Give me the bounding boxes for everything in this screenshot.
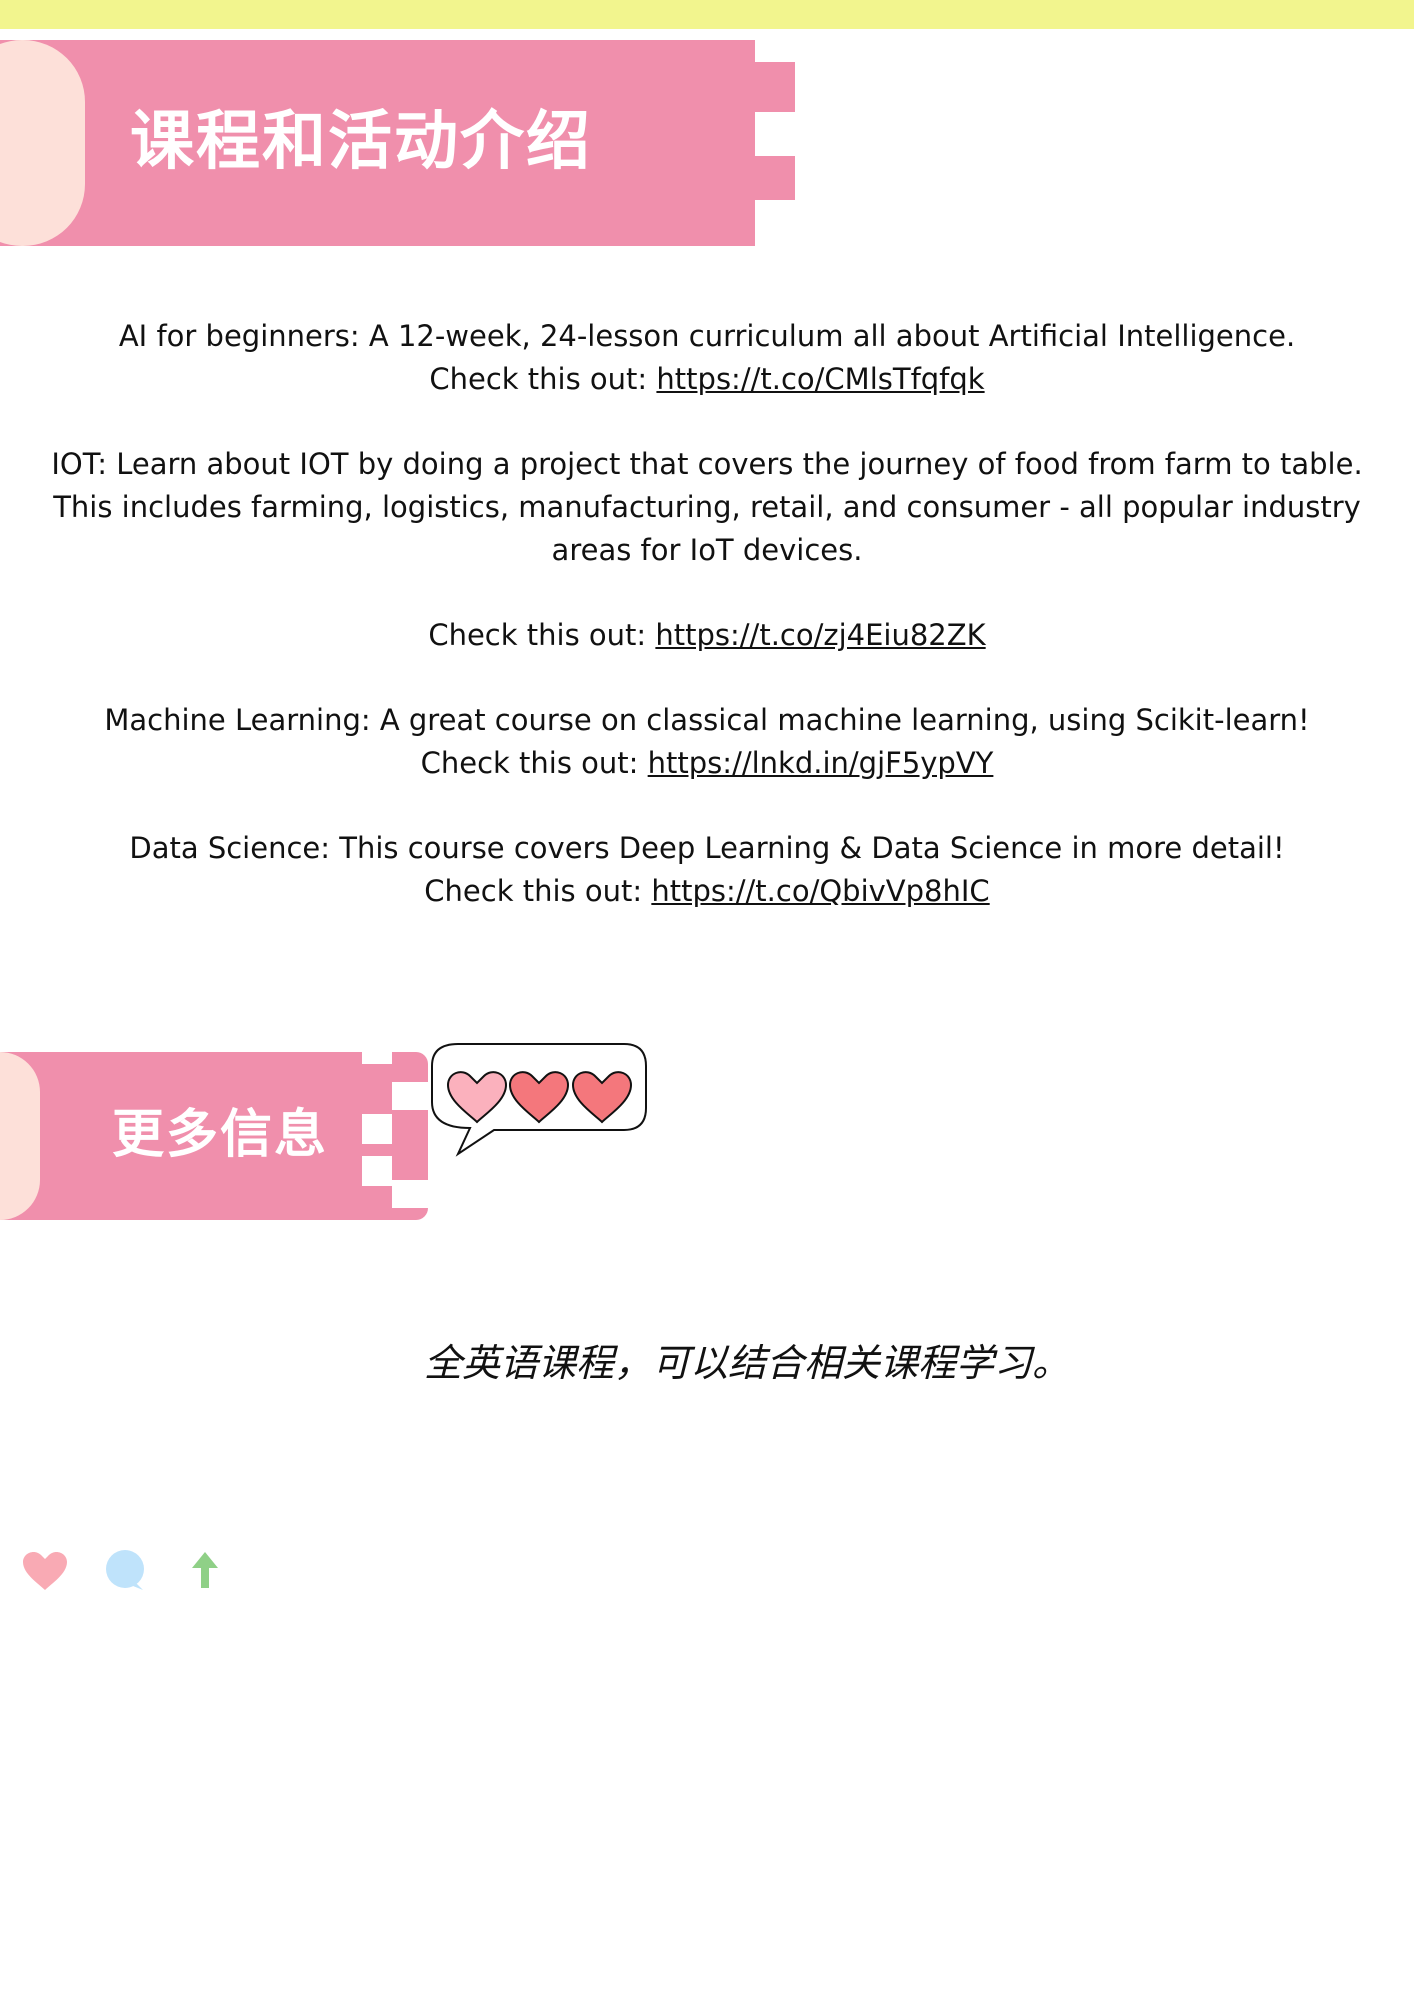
banner-notch [362, 1064, 392, 1094]
cta-prefix: Check this out: [428, 618, 656, 652]
banner-notch [362, 1052, 392, 1064]
course-link[interactable]: https://lnkd.in/gjF5ypVY [648, 746, 994, 780]
course-cta: Check this out: https://t.co/zj4Eiu82ZK [20, 614, 1394, 657]
cta-prefix: Check this out: [429, 362, 657, 396]
banner-notch [755, 200, 795, 246]
course-list: AI for beginners: A 12-week, 24-lesson c… [20, 315, 1394, 913]
section-title: 更多信息 [112, 1105, 329, 1165]
banner-notch [362, 1156, 392, 1186]
course-cta: Check this out: https://t.co/CMlsTfqfqk [20, 358, 1394, 401]
course-note: 全英语课程，可以结合相关课程学习。 [423, 1341, 1070, 1385]
banner-notch [362, 1114, 392, 1144]
cta-prefix: Check this out: [424, 874, 652, 908]
section-banner-courses: 课程和活动介绍 [0, 40, 795, 246]
banner-notch [755, 112, 795, 156]
course-link[interactable]: https://t.co/zj4Eiu82ZK [655, 618, 985, 652]
banner-cap [0, 1052, 40, 1220]
course-description: Machine Learning: A great course on clas… [104, 703, 1310, 737]
top-accent-strip [0, 0, 1414, 29]
speech-bubble-hearts [431, 1043, 647, 1157]
course-description: IOT: Learn about IOT by doing a project … [51, 447, 1363, 567]
banner-notch [755, 40, 795, 62]
cta-prefix: Check this out: [420, 746, 648, 780]
comment-button[interactable] [100, 1545, 150, 1595]
course-cta: Check this out: https://lnkd.in/gjF5ypVY [20, 742, 1394, 785]
comment-icon [106, 1550, 144, 1590]
banner-cap [0, 40, 85, 246]
action-bar [20, 1545, 230, 1595]
share-button[interactable] [180, 1545, 230, 1595]
section-banner-more-info: 更多信息 [0, 1052, 428, 1220]
course-description: Data Science: This course covers Deep Le… [129, 831, 1285, 865]
course-link[interactable]: https://t.co/QbivVp8hIC [651, 874, 989, 908]
course-link[interactable]: https://t.co/CMlsTfqfqk [656, 362, 984, 396]
page-title: 课程和活动介绍 [130, 105, 592, 179]
like-button[interactable] [20, 1545, 70, 1595]
course-description: AI for beginners: A 12-week, 24-lesson c… [118, 319, 1296, 353]
course-cta: Check this out: https://t.co/QbivVp8hIC [20, 870, 1394, 913]
share-arrow-icon [192, 1552, 218, 1588]
heart-icon [23, 1551, 67, 1590]
banner-notch [392, 1180, 428, 1208]
